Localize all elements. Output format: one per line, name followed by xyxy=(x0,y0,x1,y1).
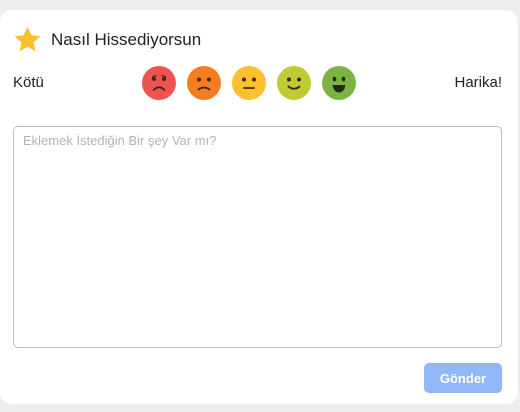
rating-faces xyxy=(142,66,356,100)
neutral-face-icon[interactable] xyxy=(232,66,266,100)
submit-button[interactable]: Gönder xyxy=(424,363,502,393)
star-icon xyxy=(12,25,43,55)
happy-face-icon[interactable] xyxy=(322,66,356,100)
comment-textarea[interactable] xyxy=(13,126,502,348)
rating-high-label: Harika! xyxy=(454,74,502,91)
smile-face-icon[interactable] xyxy=(277,66,311,100)
page-title: Nasıl Hissediyorsun xyxy=(51,30,202,49)
rating-low-label: Kötü xyxy=(13,74,44,91)
feedback-header: Nasıl Hissediyorsun xyxy=(12,24,201,56)
very-sad-face-icon[interactable] xyxy=(142,66,176,100)
rating-row: Kötü Harika! xyxy=(13,66,502,100)
sad-face-icon[interactable] xyxy=(187,66,221,100)
feedback-card: Nasıl Hissediyorsun Kötü Harika! Eklemek… xyxy=(0,10,518,404)
